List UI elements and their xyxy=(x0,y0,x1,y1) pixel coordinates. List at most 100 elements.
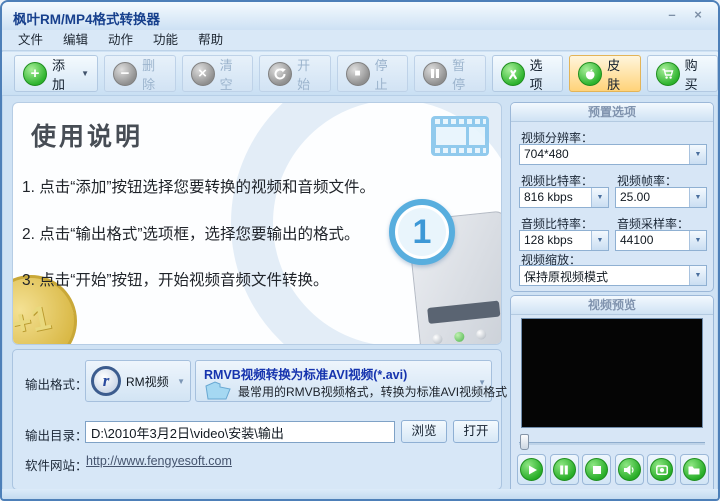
player-controls xyxy=(517,454,709,485)
video-bitrate-select[interactable]: 816 kbps ▼ xyxy=(519,187,609,208)
preview-panel-title: 视频预览 xyxy=(511,296,713,315)
chevron-down-icon: ▼ xyxy=(689,231,706,250)
add-dropdown-arrow: ▼ xyxy=(81,69,90,78)
output-format-select[interactable]: r RM视频 ▼ xyxy=(85,360,191,402)
delete-label: 删除 xyxy=(142,57,156,92)
instruction-step-1: 1. 点击“添加”按钮选择您要转换的视频和音频文件。 xyxy=(22,179,376,196)
menu-file[interactable]: 文件 xyxy=(8,30,53,50)
app-window: 枫叶RM/MP4格式转换器 – × 文件 编辑 动作 功能 帮助 + 添加 ▼ … xyxy=(0,0,720,501)
toolbar: + 添加 ▼ − 删除 × 清空 开始 ■ 停止 暂停 选项 皮肤 购买 xyxy=(2,52,718,96)
chevron-down-icon: ▼ xyxy=(689,145,706,164)
start-button[interactable]: 开始 xyxy=(259,55,331,92)
profile-folder-icon xyxy=(204,380,232,405)
instructions-card: +1 1 使用说明 1. 点击“添加”按钮选择您要转换的视频和音频文件。 2. … xyxy=(12,102,502,345)
open-file-button[interactable] xyxy=(679,454,709,485)
chevron-down-icon: ▼ xyxy=(177,376,185,386)
pause-icon xyxy=(552,458,576,481)
menu-bar: 文件 编辑 动作 功能 帮助 xyxy=(2,30,718,51)
instruction-step-2: 2. 点击“输出格式”选项框，选择您要输出的格式。 xyxy=(22,226,360,243)
instruction-step-3: 3. 点击“开始”按钮，开始视频音频文件转换。 xyxy=(22,272,329,289)
skin-button[interactable]: 皮肤 xyxy=(569,55,641,92)
folder-icon xyxy=(682,458,706,481)
chevron-down-icon: ▼ xyxy=(689,188,706,207)
website-link[interactable]: http://www.fengyesoft.com xyxy=(86,454,232,468)
menu-action[interactable]: 动作 xyxy=(98,30,143,50)
clear-icon: × xyxy=(190,61,215,86)
seek-slider[interactable] xyxy=(519,434,705,452)
open-dir-button[interactable]: 打开 xyxy=(453,420,499,443)
samplerate-value: 44100 xyxy=(620,233,654,247)
slider-thumb[interactable] xyxy=(520,434,529,450)
buy-button[interactable]: 购买 xyxy=(646,55,718,92)
profile-description: 最常用的RMVB视频格式，转换为标准AVI视频格式 xyxy=(238,385,508,399)
stop-playback-button[interactable] xyxy=(582,454,611,485)
add-label: 添加 xyxy=(52,57,66,92)
scale-value: 保持原视频模式 xyxy=(524,270,609,284)
browse-button[interactable]: 浏览 xyxy=(401,420,447,443)
play-icon xyxy=(520,458,543,481)
stop-icon: ■ xyxy=(345,61,370,86)
profile-title: RMVB视频转换为标准AVI视频(*.avi) xyxy=(204,368,408,382)
options-button[interactable]: 选项 xyxy=(491,55,564,92)
volume-button[interactable] xyxy=(614,454,644,485)
buy-label: 购买 xyxy=(684,57,698,92)
rm-logo-icon: r xyxy=(91,366,121,396)
delete-button[interactable]: − 删除 xyxy=(104,55,176,92)
pause-playback-button[interactable] xyxy=(549,454,579,485)
output-dir-label: 输出目录： xyxy=(25,429,88,443)
clear-button[interactable]: × 清空 xyxy=(181,55,254,92)
preset-panel-title: 预置选项 xyxy=(511,103,713,122)
film-strip-icon xyxy=(431,116,489,161)
framerate-value: 25.00 xyxy=(620,190,651,204)
audio-bitrate-select[interactable]: 128 kbps ▼ xyxy=(519,230,609,251)
stop-label: 停止 xyxy=(374,57,388,92)
options-label: 选项 xyxy=(529,57,543,92)
add-button[interactable]: + 添加 ▼ xyxy=(14,55,99,92)
minimize-button[interactable]: – xyxy=(662,7,682,24)
pause-button[interactable]: 暂停 xyxy=(414,55,486,92)
cart-icon xyxy=(655,61,680,86)
scale-select[interactable]: 保持原视频模式 ▼ xyxy=(519,265,707,286)
resolution-select[interactable]: 704*480 ▼ xyxy=(519,144,707,165)
audio-bitrate-value: 128 kbps xyxy=(524,233,573,247)
output-format-label: 输出格式： xyxy=(25,378,88,392)
conversion-profile-select[interactable]: RMVB视频转换为标准AVI视频(*.avi) 最常用的RMVB视频格式，转换为… xyxy=(195,360,507,405)
pause-label: 暂停 xyxy=(452,57,466,92)
start-icon xyxy=(268,61,293,86)
video-preview-panel: 视频预览 xyxy=(510,295,714,494)
stop-button[interactable]: ■ 停止 xyxy=(336,55,409,92)
camera-icon xyxy=(650,458,673,481)
menu-help[interactable]: 帮助 xyxy=(188,30,233,50)
menu-function[interactable]: 功能 xyxy=(143,30,188,50)
video-display xyxy=(521,318,703,428)
output-format-value: RM视频 xyxy=(126,374,169,389)
pause-icon xyxy=(423,61,448,86)
window-bottom-strip xyxy=(2,489,718,499)
clear-label: 清空 xyxy=(219,57,233,92)
instructions-title: 使用说明 xyxy=(31,123,144,151)
preset-options-panel: 预置选项 视频分辨率： 704*480 ▼ 视频比特率： 视频帧率： 816 k… xyxy=(510,102,714,292)
menu-edit[interactable]: 编辑 xyxy=(53,30,98,50)
snapshot-button[interactable] xyxy=(647,454,676,485)
resolution-value: 704*480 xyxy=(524,147,569,161)
chevron-down-icon: ▼ xyxy=(478,378,486,387)
output-panel: 输出格式： r RM视频 ▼ RMVB视频转换为标准AVI视频(*.avi) 最… xyxy=(12,349,507,490)
chevron-down-icon: ▼ xyxy=(591,188,608,207)
apple-icon xyxy=(578,61,603,86)
delete-icon: − xyxy=(113,61,138,86)
video-bitrate-value: 816 kbps xyxy=(524,190,573,204)
add-icon: + xyxy=(23,61,47,86)
close-button[interactable]: × xyxy=(688,7,708,24)
speaker-icon xyxy=(617,458,641,481)
stop-icon xyxy=(585,458,608,481)
output-dir-input[interactable] xyxy=(85,421,395,443)
framerate-select[interactable]: 25.00 ▼ xyxy=(615,187,707,208)
samplerate-select[interactable]: 44100 ▼ xyxy=(615,230,707,251)
skin-label: 皮肤 xyxy=(607,57,621,92)
slider-track[interactable] xyxy=(519,442,705,445)
start-label: 开始 xyxy=(297,57,311,92)
tools-icon xyxy=(500,61,525,86)
chevron-down-icon: ▼ xyxy=(689,266,706,285)
play-button[interactable] xyxy=(517,454,546,485)
window-title: 枫叶RM/MP4格式转换器 xyxy=(13,12,161,27)
